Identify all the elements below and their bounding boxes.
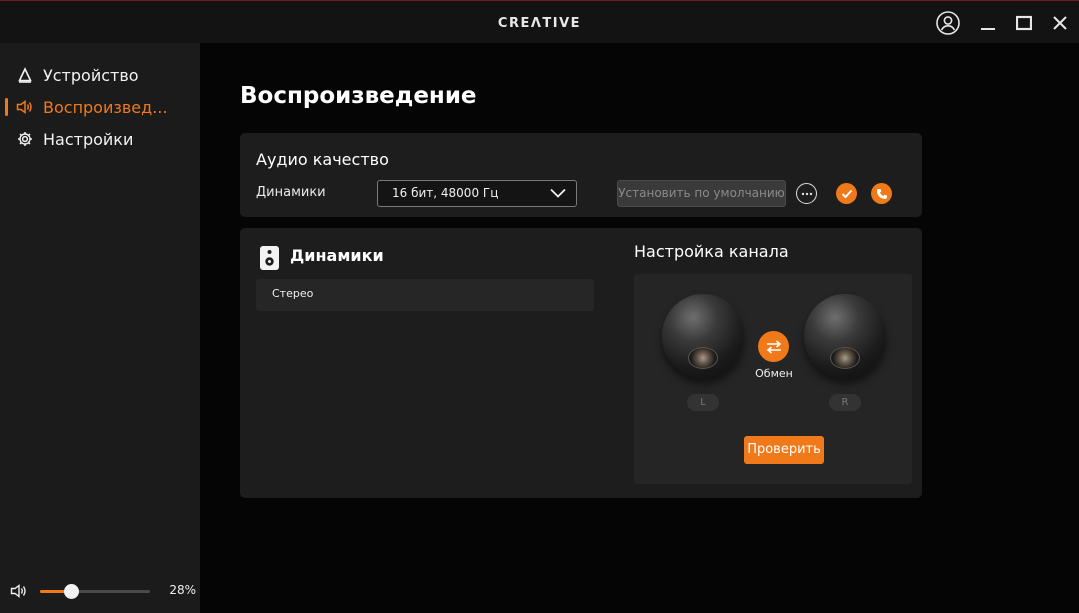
speakers-heading: Динамики	[290, 246, 384, 265]
main-content: Воспроизведение Аудио качество Динамики …	[200, 43, 1079, 613]
speaker-device-icon	[260, 246, 279, 270]
format-select[interactable]: 16 бит, 48000 Гц	[377, 180, 577, 207]
chevron-down-icon	[550, 188, 566, 198]
volume-handle[interactable]	[63, 584, 79, 599]
account-icon[interactable]	[935, 10, 961, 36]
audio-quality-card: Аудио качество Динамики 16 бит, 48000 Гц…	[240, 133, 922, 217]
title-bar: CREΛTIVE	[0, 0, 1079, 43]
swap-channels-icon[interactable]	[758, 331, 789, 362]
device-label: Динамики	[256, 185, 326, 200]
channel-setup-heading: Настройка канала	[634, 242, 789, 261]
left-speaker-image	[662, 294, 744, 378]
gear-icon	[16, 130, 34, 148]
sidebar-item-label: Воспроизвед...	[43, 97, 168, 117]
volume-control: 28%	[10, 583, 196, 599]
channel-setup-panel: Обмен L R Проверить	[634, 274, 912, 484]
default-device-check-icon[interactable]	[836, 183, 857, 204]
sidebar-item-label: Настройки	[43, 129, 134, 149]
sidebar-item-label: Устройство	[43, 65, 139, 85]
page-title: Воспроизведение	[240, 83, 477, 109]
audio-quality-heading: Аудио качество	[256, 150, 389, 169]
volume-icon[interactable]	[10, 583, 28, 603]
communication-device-phone-icon[interactable]	[871, 183, 892, 204]
sidebar: Устройство Воспроизвед... Настройки 28%	[0, 43, 200, 613]
close-icon[interactable]	[1047, 10, 1073, 36]
more-options-icon[interactable]	[796, 183, 817, 204]
volume-slider[interactable]	[40, 584, 150, 599]
minimize-icon[interactable]	[975, 10, 1001, 36]
speakers-card: Динамики Стерео Настройка канала Обмен L…	[240, 228, 922, 498]
left-channel-badge: L	[687, 394, 719, 411]
sidebar-item-playback[interactable]: Воспроизвед...	[0, 91, 200, 123]
app-logo: CREΛTIVE	[497, 16, 582, 31]
sidebar-item-device[interactable]: Устройство	[0, 59, 200, 91]
maximize-icon[interactable]	[1011, 10, 1037, 36]
speaker-icon	[16, 98, 34, 116]
sidebar-item-settings[interactable]: Настройки	[0, 123, 200, 155]
set-default-button[interactable]: Установить по умолчанию	[617, 180, 786, 207]
swap-label: Обмен	[755, 367, 793, 380]
right-speaker-image	[804, 294, 886, 378]
device-icon	[16, 66, 34, 84]
format-select-value: 16 бит, 48000 Гц	[392, 186, 499, 200]
right-channel-badge: R	[829, 394, 861, 411]
test-button[interactable]: Проверить	[744, 436, 824, 464]
volume-value: 28%	[169, 583, 196, 597]
speaker-mode-item[interactable]: Стерео	[256, 279, 594, 311]
